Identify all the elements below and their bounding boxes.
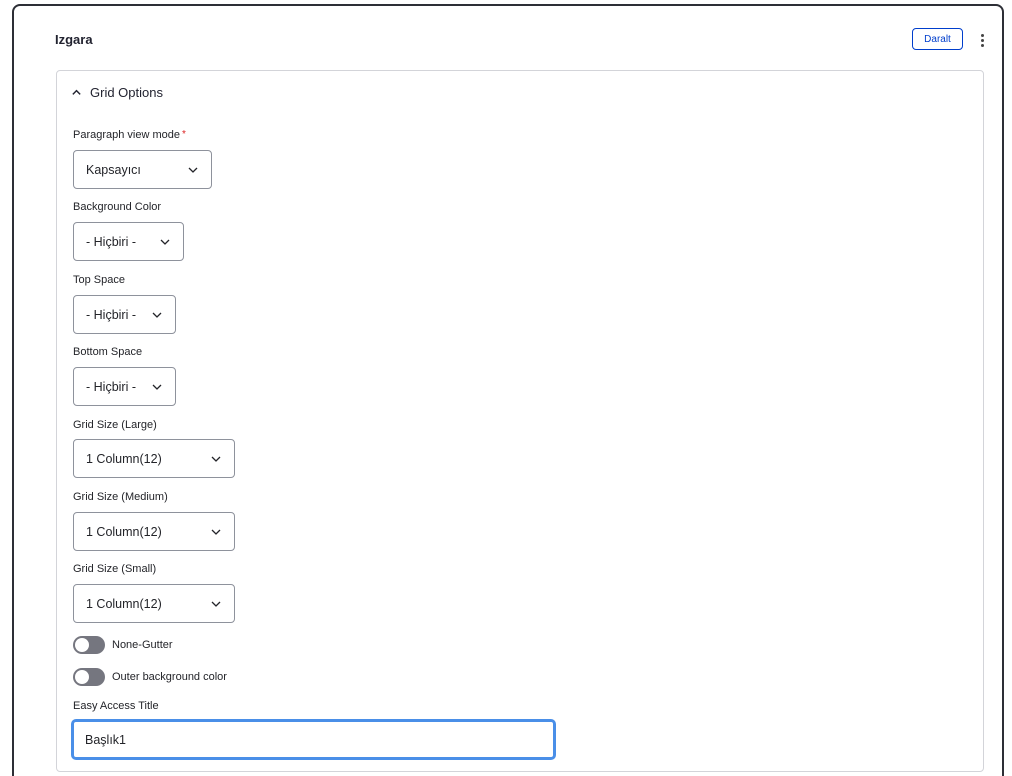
background-color-label: Background Color bbox=[73, 201, 162, 213]
chevron-down-icon bbox=[188, 167, 198, 173]
chevron-down-icon bbox=[152, 312, 162, 318]
background-color-select[interactable]: - Hiçbiri - bbox=[73, 222, 184, 261]
grid-large-label: Grid Size (Large) bbox=[73, 419, 157, 431]
top-space-select[interactable]: - Hiçbiri - bbox=[73, 295, 176, 334]
grid-medium-select[interactable]: 1 Column(12) bbox=[73, 512, 235, 551]
view-mode-select[interactable]: Kapsayıcı bbox=[73, 150, 212, 189]
paragraph-card: Izgara Daralt Grid Options Paragraph vie… bbox=[12, 4, 1004, 776]
outer-bg-row: Outer background color bbox=[73, 668, 227, 686]
grid-small-label: Grid Size (Small) bbox=[73, 563, 157, 575]
bottom-space-select[interactable]: - Hiçbiri - bbox=[73, 367, 176, 406]
collapse-button[interactable]: Daralt bbox=[912, 28, 963, 50]
chevron-down-icon bbox=[211, 601, 221, 607]
bottom-space-label: Bottom Space bbox=[73, 346, 143, 358]
chevron-down-icon bbox=[211, 456, 221, 462]
toggle-knob bbox=[75, 638, 89, 652]
none-gutter-toggle[interactable] bbox=[73, 636, 105, 654]
grid-small-select[interactable]: 1 Column(12) bbox=[73, 584, 235, 623]
paragraph-title: Izgara bbox=[55, 32, 93, 47]
view-mode-label: Paragraph view mode * bbox=[73, 129, 186, 141]
grid-large-select[interactable]: 1 Column(12) bbox=[73, 439, 235, 478]
required-marker: * bbox=[182, 129, 186, 140]
none-gutter-row: None-Gutter bbox=[73, 636, 173, 654]
outer-bg-toggle[interactable] bbox=[73, 668, 105, 686]
top-space-label: Top Space bbox=[73, 274, 125, 286]
grid-medium-label: Grid Size (Medium) bbox=[73, 491, 168, 503]
chevron-up-icon bbox=[72, 89, 81, 95]
easy-access-title-input[interactable] bbox=[71, 719, 556, 760]
chevron-down-icon bbox=[152, 384, 162, 390]
grid-options-summary[interactable]: Grid Options bbox=[71, 85, 163, 100]
chevron-down-icon bbox=[160, 239, 170, 245]
grid-options-details: Grid Options Paragraph view mode * Kapsay… bbox=[56, 70, 984, 772]
grid-options-label: Grid Options bbox=[90, 85, 163, 100]
kebab-vertical-icon[interactable] bbox=[976, 30, 988, 50]
chevron-down-icon bbox=[211, 529, 221, 535]
outer-bg-label: Outer background color bbox=[112, 671, 227, 683]
toggle-knob bbox=[75, 670, 89, 684]
easy-access-title-label: Easy Access Title bbox=[73, 700, 159, 712]
none-gutter-label: None-Gutter bbox=[112, 639, 173, 651]
